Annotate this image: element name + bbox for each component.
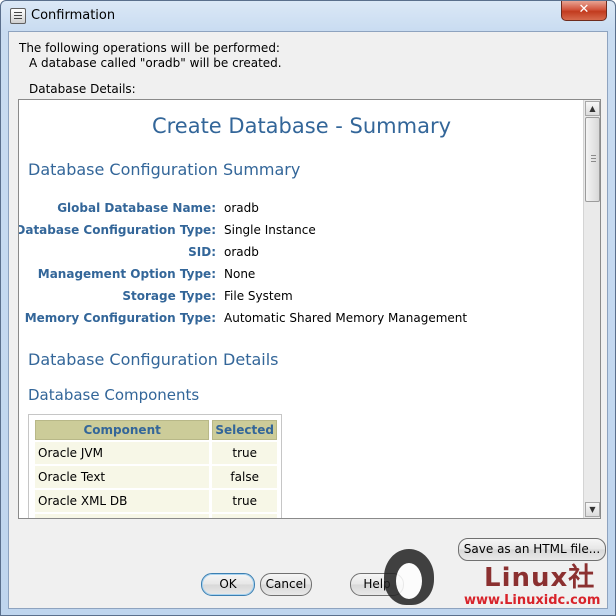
component-cell (35, 514, 210, 518)
intro-line-1: The following operations will be perform… (19, 41, 280, 55)
summary-title: Create Database - Summary (151, 114, 452, 138)
section-config-details: Database Configuration Details (28, 350, 279, 369)
summary-row: Memory Configuration Type: Automatic Sha… (19, 311, 584, 333)
section-config-summary: Database Configuration Summary (28, 160, 301, 179)
table-row: Oracle Text false (35, 466, 277, 488)
penguin-logo-icon (384, 549, 434, 605)
table-row: Oracle XML DB true (35, 490, 277, 512)
table-row: Oracle JVM true (35, 442, 277, 464)
summary-row: SID: oradb (19, 245, 584, 267)
summary-row: Management Option Type: None (19, 267, 584, 289)
intro-text: The following operations will be perform… (19, 41, 282, 71)
cancel-button[interactable]: Cancel (260, 573, 312, 596)
table-row (35, 514, 277, 518)
column-header-selected: Selected (212, 420, 277, 440)
summary-key: Storage Type: (122, 289, 216, 303)
dialog-body: The following operations will be perform… (8, 31, 608, 609)
watermark: Linux社 www.Linuxidc.com (384, 549, 614, 613)
scroll-thumb[interactable] (585, 117, 600, 202)
config-summary-list: Global Database Name: oradb Database Con… (19, 201, 584, 333)
details-label: Database Details: (29, 82, 136, 96)
summary-value: File System (224, 289, 293, 303)
selected-cell: true (212, 490, 277, 512)
selected-cell: false (212, 466, 277, 488)
summary-key: Global Database Name: (57, 201, 216, 215)
section-db-components: Database Components (28, 386, 200, 404)
window-title: Confirmation (31, 8, 116, 23)
summary-row: Database Configuration Type: Single Inst… (19, 223, 584, 245)
summary-value: oradb (224, 245, 259, 259)
column-header-component: Component (35, 420, 210, 440)
summary-value: None (224, 267, 256, 281)
summary-value: Automatic Shared Memory Management (224, 311, 468, 325)
ok-button[interactable]: OK (201, 573, 255, 596)
grip-icon (591, 155, 596, 156)
vertical-scrollbar[interactable]: ▲ ▼ (583, 100, 600, 518)
summary-row: Storage Type: File System (19, 289, 584, 311)
summary-key: Database Configuration Type: (18, 223, 216, 237)
components-table: Component Selected Oracle JVM true Oracl… (28, 414, 282, 518)
component-cell: Oracle JVM (35, 442, 210, 464)
summary-panel[interactable]: Create Database - Summary Database Confi… (18, 99, 601, 519)
app-icon (10, 8, 26, 24)
scroll-down-arrow-icon[interactable]: ▼ (585, 502, 600, 517)
selected-cell: true (212, 442, 277, 464)
summary-key: SID: (188, 245, 216, 259)
title-bar[interactable]: Confirmation ✕ (1, 1, 615, 31)
confirmation-window: Confirmation ✕ The following operations … (0, 0, 616, 616)
watermark-url: www.Linuxidc.com (464, 593, 601, 608)
component-cell: Oracle XML DB (35, 490, 210, 512)
summary-row: Global Database Name: oradb (19, 201, 584, 223)
component-cell: Oracle Text (35, 466, 210, 488)
table-header-row: Component Selected (35, 420, 277, 440)
close-button[interactable]: ✕ (561, 1, 607, 21)
summary-key: Management Option Type: (37, 267, 216, 281)
summary-content: Create Database - Summary Database Confi… (19, 100, 584, 518)
selected-cell (212, 514, 277, 518)
summary-key: Memory Configuration Type: (24, 311, 216, 325)
summary-value: oradb (224, 201, 259, 215)
intro-line-2: A database called "oradb" will be create… (29, 56, 282, 70)
summary-value: Single Instance (224, 223, 316, 237)
scroll-up-arrow-icon[interactable]: ▲ (585, 101, 600, 116)
watermark-text: Linux社 (484, 563, 596, 593)
